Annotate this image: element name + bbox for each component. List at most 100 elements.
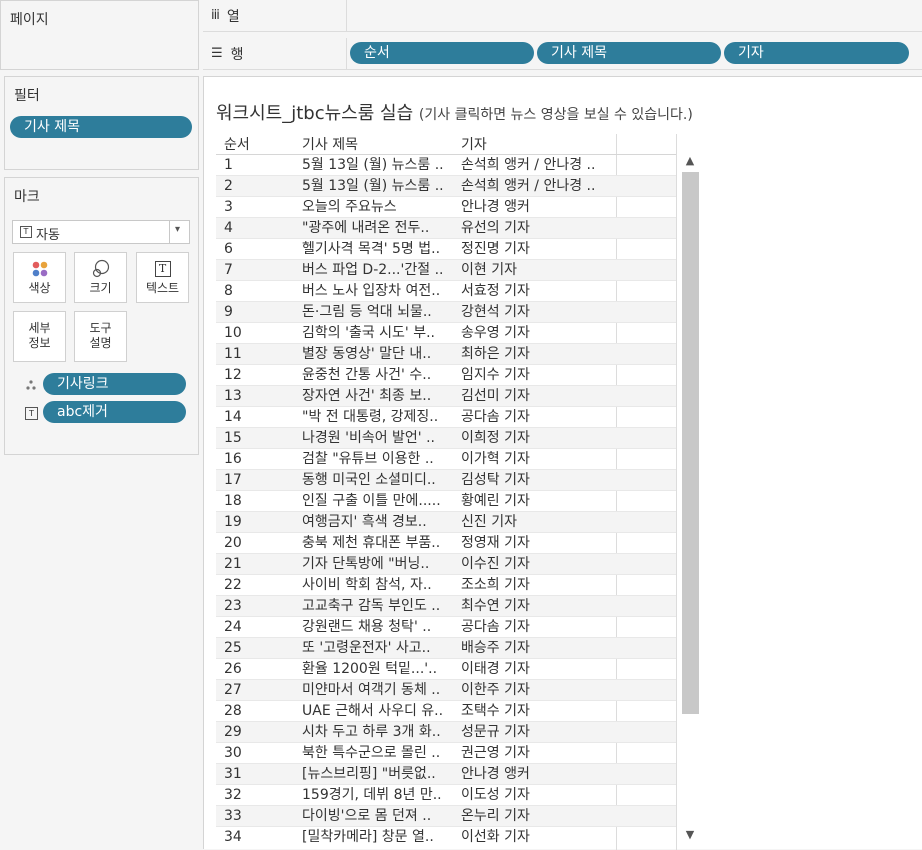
mark-type-dropdown[interactable]: T 자동 ▾ — [12, 220, 190, 244]
filter-pill-article-title[interactable]: 기사 제목 — [10, 116, 192, 138]
column-divider — [676, 134, 677, 850]
article-title-cell[interactable]: UAE 근해서 사우디 유.. — [302, 701, 456, 721]
article-title-cell[interactable]: 충북 제천 휴대폰 부품.. — [302, 533, 456, 553]
scroll-down-icon[interactable]: ▼ — [679, 827, 701, 843]
table-row[interactable]: 11 별장 동영상' 말단 내.. 최하은 기자 — [216, 343, 676, 364]
table-row[interactable]: 33 다이빙'으로 몸 던져 .. 온누리 기자 — [216, 805, 676, 826]
table-row[interactable]: 1 5월 13일 (월) 뉴스룸 .. 손석희 앵커 / 안나경 .. — [216, 154, 676, 175]
article-title-cell[interactable]: [뉴스브리핑] "버릇없.. — [302, 764, 456, 784]
size-card[interactable]: 크기 — [74, 252, 127, 303]
field-pill-article-link[interactable]: 기사링크 — [43, 373, 186, 395]
rows-pill-article-title[interactable]: 기사 제목 — [537, 42, 721, 64]
table-row[interactable]: 30 북한 특수군으로 몰린 .. 권근영 기자 — [216, 742, 676, 763]
table-row[interactable]: 20 충북 제천 휴대폰 부품.. 정영재 기자 — [216, 532, 676, 553]
reporter-cell: 온누리 기자 — [461, 808, 530, 824]
article-title-cell[interactable]: 버스 파업 D-2...'간절 .. — [302, 260, 456, 280]
detail-card[interactable]: 세부 정보 — [13, 311, 66, 362]
reporter-cell: 서효정 기자 — [461, 283, 530, 299]
article-title-cell[interactable]: 미얀마서 여객기 동체 .. — [302, 680, 456, 700]
color-card[interactable]: 색상 — [13, 252, 66, 303]
table-row[interactable]: 22 사이비 학회 참석, 자.. 조소희 기자 — [216, 574, 676, 595]
field-pill-abc-remove[interactable]: abc제거 — [43, 401, 186, 423]
article-title-cell[interactable]: 김학의 '출국 시도' 부.. — [302, 323, 456, 343]
article-title-cell[interactable]: "광주에 내려온 전두.. — [302, 218, 456, 238]
table-row[interactable]: 16 검찰 "유튜브 이용한 .. 이가혁 기자 — [216, 448, 676, 469]
article-title-cell[interactable]: 동행 미국인 소셜미디.. — [302, 470, 456, 490]
scroll-up-icon[interactable]: ▲ — [679, 153, 701, 169]
tooltip-card[interactable]: 도구 설명 — [74, 311, 127, 362]
vertical-scrollbar[interactable]: ▲ ▼ — [679, 153, 701, 843]
filters-panel: 필터 기사 제목 — [4, 76, 199, 170]
article-title-cell[interactable]: 기자 단톡방에 "버닝.. — [302, 554, 456, 574]
table-row[interactable]: 10 김학의 '출국 시도' 부.. 송우영 기자 — [216, 322, 676, 343]
order-cell: 15 — [224, 430, 242, 446]
columns-icon: iii — [211, 8, 220, 23]
table-row[interactable]: 17 동행 미국인 소셜미디.. 김성탁 기자 — [216, 469, 676, 490]
article-title-cell[interactable]: 윤중천 간통 사건' 수.. — [302, 365, 456, 385]
article-title-cell[interactable]: 5월 13일 (월) 뉴스룸 .. — [302, 176, 456, 196]
table-row[interactable]: 23 고교축구 감독 부인도 .. 최수연 기자 — [216, 595, 676, 616]
article-title-cell[interactable]: 고교축구 감독 부인도 .. — [302, 596, 456, 616]
table-row[interactable]: 34 [밀착카메라] 창문 열.. 이선화 기자 — [216, 826, 676, 847]
table-row[interactable]: 15 나경원 '비속어 발언' .. 이희정 기자 — [216, 427, 676, 448]
table-row[interactable]: 8 버스 노사 입장차 여전.. 서효정 기자 — [216, 280, 676, 301]
table-row[interactable]: 24 강원랜드 채용 청탁' .. 공다솜 기자 — [216, 616, 676, 637]
reporter-cell: 배승주 기자 — [461, 640, 530, 656]
article-title-cell[interactable]: 별장 동영상' 말단 내.. — [302, 344, 456, 364]
table-row[interactable]: 27 미얀마서 여객기 동체 .. 이한주 기자 — [216, 679, 676, 700]
article-title-cell[interactable]: 북한 특수군으로 몰린 .. — [302, 743, 456, 763]
worksheet-title-text: 워크시트_jtbc뉴스룸 실습 — [216, 103, 414, 124]
article-title-cell[interactable]: 159경기, 데뷔 8년 만.. — [302, 785, 456, 805]
table-row[interactable]: 12 윤중천 간통 사건' 수.. 임지수 기자 — [216, 364, 676, 385]
text-small-icon: T — [25, 407, 38, 420]
table-row[interactable]: 4 "광주에 내려온 전두.. 유선의 기자 — [216, 217, 676, 238]
table-row[interactable]: 19 여행금지' 흑색 경보.. 신진 기자 — [216, 511, 676, 532]
table-row[interactable]: 18 인질 구출 이틀 만에..... 황예린 기자 — [216, 490, 676, 511]
text-mark-icon: T — [20, 226, 32, 238]
article-title-cell[interactable]: 버스 노사 입장차 여전.. — [302, 281, 456, 301]
rows-pill-order[interactable]: 순서 — [350, 42, 534, 64]
order-cell: 27 — [224, 682, 242, 698]
table-row[interactable]: 13 장자연 사건' 최종 보.. 김선미 기자 — [216, 385, 676, 406]
table-row[interactable]: 28 UAE 근해서 사우디 유.. 조택수 기자 — [216, 700, 676, 721]
article-title-cell[interactable]: 또 '고령운전자' 사고.. — [302, 638, 456, 658]
article-title-cell[interactable]: [밀착카메라] 창문 열.. — [302, 827, 456, 847]
rows-shelf[interactable]: ☰ 행 순서 기사 제목 기자 — [203, 38, 922, 70]
article-title-cell[interactable]: 강원랜드 채용 청탁' .. — [302, 617, 456, 637]
reporter-cell: 안나경 앵커 — [461, 199, 530, 215]
table-row[interactable]: 29 시차 두고 하루 3개 화.. 성문규 기자 — [216, 721, 676, 742]
table-row[interactable]: 7 버스 파업 D-2...'간절 .. 이현 기자 — [216, 259, 676, 280]
text-card[interactable]: T 텍스트 — [136, 252, 189, 303]
article-title-cell[interactable]: 나경원 '비속어 발언' .. — [302, 428, 456, 448]
table-row[interactable]: 14 "박 전 대통령, 강제징.. 공다솜 기자 — [216, 406, 676, 427]
article-title-cell[interactable]: 환율 1200원 턱밑...'.. — [302, 659, 456, 679]
table-row[interactable]: 21 기자 단톡방에 "버닝.. 이수진 기자 — [216, 553, 676, 574]
table-row[interactable]: 9 돈·그림 등 억대 뇌물.. 강현석 기자 — [216, 301, 676, 322]
table-row[interactable]: 31 [뉴스브리핑] "버릇없.. 안나경 앵커 — [216, 763, 676, 784]
scroll-thumb[interactable] — [682, 172, 699, 714]
columns-shelf[interactable]: iii 열 — [203, 0, 922, 32]
color-card-label: 색상 — [28, 281, 51, 295]
article-title-cell[interactable]: 다이빙'으로 몸 던져 .. — [302, 806, 456, 826]
article-title-cell[interactable]: 사이비 학회 참석, 자.. — [302, 575, 456, 595]
rows-pill-reporter[interactable]: 기자 — [724, 42, 909, 64]
article-title-cell[interactable]: 여행금지' 흑색 경보.. — [302, 512, 456, 532]
article-title-cell[interactable]: 인질 구출 이틀 만에..... — [302, 491, 456, 511]
article-title-cell[interactable]: 시차 두고 하루 3개 화.. — [302, 722, 456, 742]
article-title-cell[interactable]: 오늘의 주요뉴스 — [302, 197, 456, 217]
reporter-cell: 공다솜 기자 — [461, 619, 530, 635]
table-row[interactable]: 25 또 '고령운전자' 사고.. 배승주 기자 — [216, 637, 676, 658]
filters-panel-title: 필터 — [14, 88, 40, 104]
table-row[interactable]: 26 환율 1200원 턱밑...'.. 이태경 기자 — [216, 658, 676, 679]
article-title-cell[interactable]: "박 전 대통령, 강제징.. — [302, 407, 456, 427]
table-row[interactable]: 6 헬기사격 목격' 5명 법.. 정진명 기자 — [216, 238, 676, 259]
article-title-cell[interactable]: 헬기사격 목격' 5명 법.. — [302, 239, 456, 259]
article-title-cell[interactable]: 장자연 사건' 최종 보.. — [302, 386, 456, 406]
article-title-cell[interactable]: 돈·그림 등 억대 뇌물.. — [302, 302, 456, 322]
reporter-cell: 이희정 기자 — [461, 430, 530, 446]
table-row[interactable]: 2 5월 13일 (월) 뉴스룸 .. 손석희 앵커 / 안나경 .. — [216, 175, 676, 196]
table-row[interactable]: 3 오늘의 주요뉴스 안나경 앵커 — [216, 196, 676, 217]
table-row[interactable]: 32 159경기, 데뷔 8년 만.. 이도성 기자 — [216, 784, 676, 805]
article-title-cell[interactable]: 검찰 "유튜브 이용한 .. — [302, 449, 456, 469]
article-title-cell[interactable]: 5월 13일 (월) 뉴스룸 .. — [302, 155, 456, 175]
